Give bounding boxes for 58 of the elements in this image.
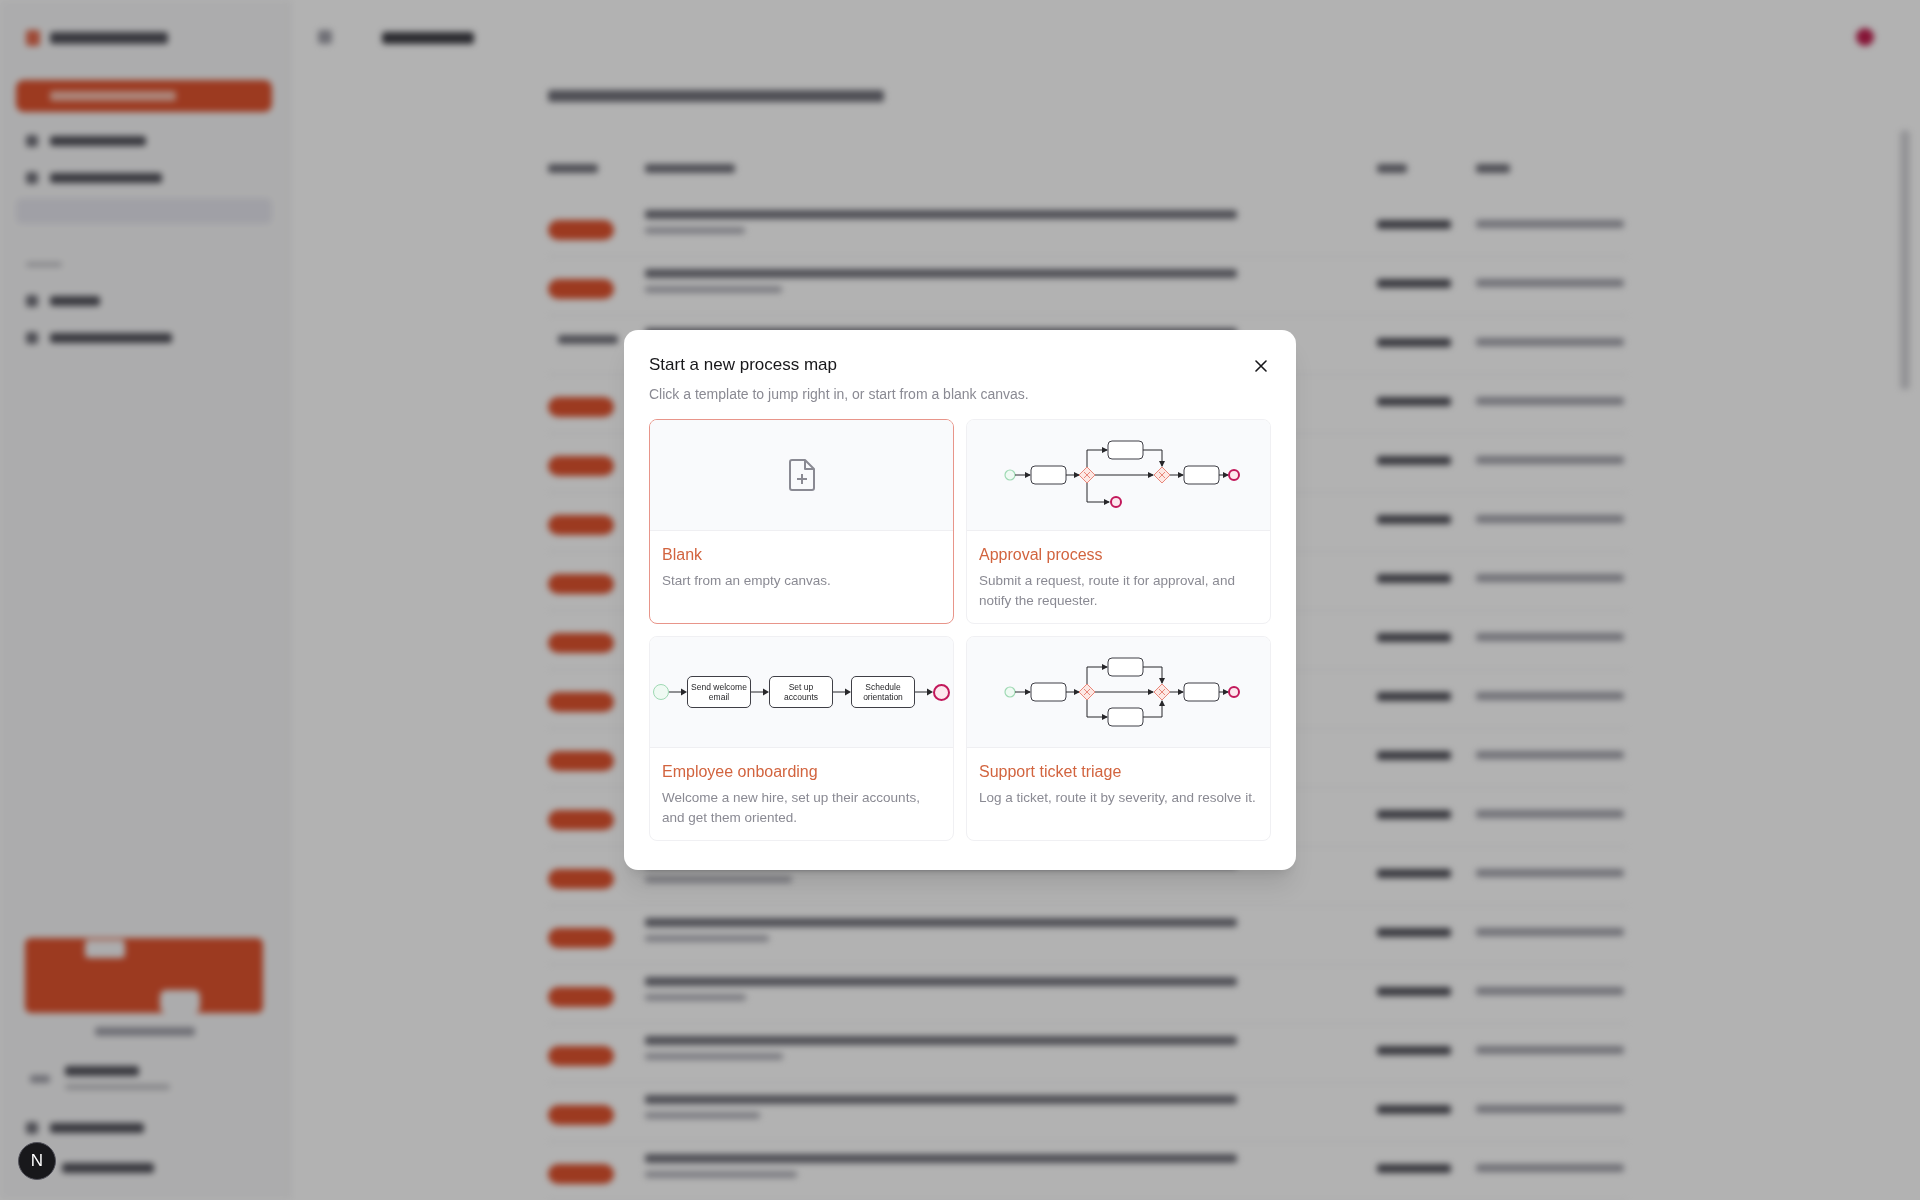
dialog-title: Start a new process map (649, 354, 839, 376)
process-step: Set up accounts (769, 676, 833, 708)
end-event-icon (1109, 496, 1122, 508)
task-box (1107, 707, 1143, 727)
connector-arrow (1142, 666, 1165, 684)
connector-arrow (1014, 689, 1031, 695)
template-card[interactable]: Support ticket triage Log a ticket, route it by severity, and resolve it. (966, 636, 1271, 841)
task-box (1183, 465, 1219, 485)
new-file-icon (788, 459, 815, 491)
template-description: Log a ticket, route it by severity, and resolve it. (978, 789, 1257, 807)
gateway-icon (1153, 466, 1170, 484)
arrow-icon (751, 688, 769, 696)
connector-arrow (1218, 472, 1229, 478)
process-step: Schedule orientation (851, 676, 915, 708)
gateway-icon (1078, 683, 1095, 701)
connector-arrow (1086, 699, 1108, 720)
connector-arrow (1065, 689, 1080, 695)
dialog-subtitle: Click a template to jump right in, or start from a blank canvas. (649, 385, 1029, 404)
template-title: Blank (661, 545, 704, 565)
start-event-icon (1003, 469, 1016, 481)
connector-arrow (1094, 689, 1154, 695)
connector-arrow (1169, 472, 1184, 478)
connector-arrow (1065, 472, 1080, 478)
template-card[interactable]: Send welcome email Set up accounts Schedule orientation Employee onboarding Welcome a new hire, set up their accounts, and get them oriented. (649, 636, 954, 841)
connector-arrow (1014, 472, 1031, 478)
end-event-icon (933, 683, 950, 701)
task-box (1107, 440, 1143, 460)
template-title: Support ticket triage (978, 762, 1123, 782)
connector-arrow (1086, 664, 1108, 685)
template-title: Employee onboarding (661, 762, 819, 782)
connector-arrow (1218, 689, 1229, 695)
end-event-icon (1227, 686, 1240, 698)
close-icon (1255, 360, 1267, 372)
start-event-icon (653, 684, 669, 700)
template-description: Submit a request, route it for approval, and notify the requester. (978, 572, 1236, 610)
end-event-icon (1227, 469, 1240, 481)
start-event-icon (1003, 686, 1016, 698)
template-card[interactable]: Approval process Submit a request, route it for approval, and notify the requester. (966, 419, 1271, 624)
gateway-icon (1078, 466, 1095, 484)
connector-arrow (1142, 449, 1165, 467)
task-box (1107, 657, 1143, 677)
task-box (1183, 682, 1219, 702)
arrow-icon (915, 688, 933, 696)
task-box (1030, 465, 1066, 485)
template-description: Welcome a new hire, set up their accounts, and get them oriented. (661, 789, 921, 827)
arrow-icon (669, 688, 687, 696)
connector-arrow (1169, 689, 1184, 695)
gateway-icon (1153, 683, 1170, 701)
task-box (1030, 682, 1066, 702)
connector-arrow (1086, 447, 1108, 468)
connector-arrow (1086, 482, 1110, 505)
process-step: Send welcome email (687, 676, 751, 708)
template-title: Approval process (978, 545, 1104, 565)
connector-arrow (1094, 472, 1154, 478)
template-card[interactable]: Blank Start from an empty canvas. (649, 419, 954, 624)
arrow-icon (833, 688, 851, 696)
template-description: Start from an empty canvas. (661, 572, 832, 590)
connector-arrow (1142, 700, 1165, 718)
